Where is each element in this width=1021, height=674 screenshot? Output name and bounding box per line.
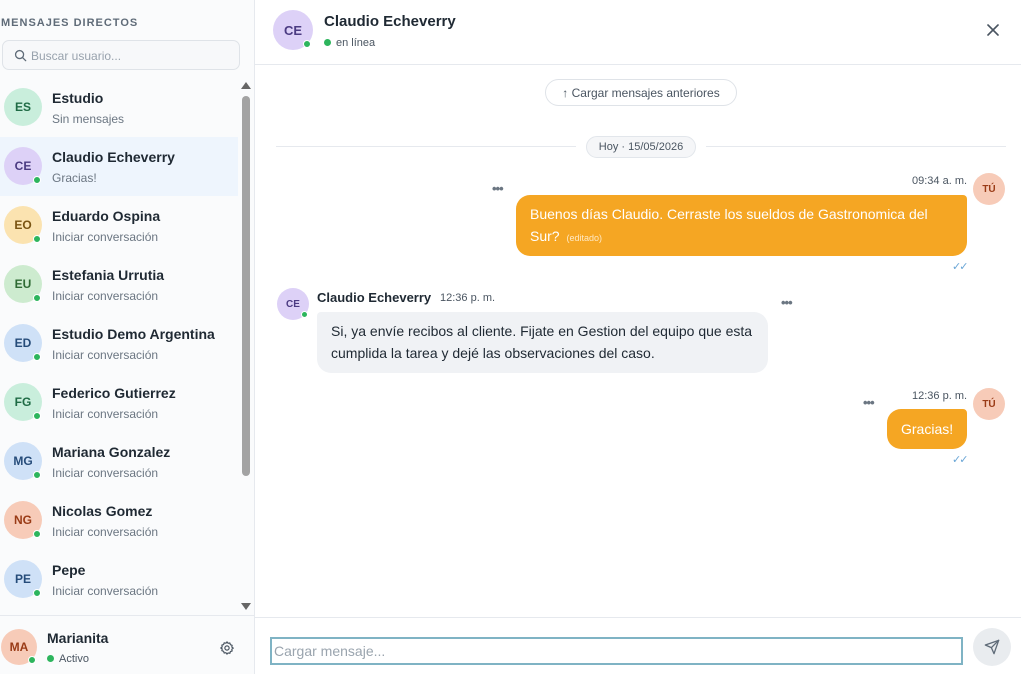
contact-name: Claudio Echeverry — [52, 149, 175, 165]
online-indicator — [28, 656, 36, 664]
contact-last-message: Iniciar conversación — [52, 230, 159, 244]
online-indicator — [33, 294, 41, 302]
contact-name: Estefania Urrutia — [52, 267, 165, 283]
message-bubble-outgoing: Buenos días Claudio. Cerraste los sueldo… — [516, 195, 967, 256]
message-input[interactable] — [270, 637, 963, 665]
status-dot-icon — [47, 655, 54, 662]
contact-list: ES Estudio Sin mensajes CE Claudio Echev… — [0, 78, 238, 609]
message-bubble-incoming: Si, ya envíe recibos al cliente. Fijate … — [317, 312, 768, 373]
message-composer — [255, 617, 1021, 674]
contact-item[interactable]: MG Mariana Gonzalez Iniciar conversación — [0, 432, 238, 491]
contact-name: Eduardo Ospina — [52, 208, 161, 224]
chat-contact-status-label: en línea — [336, 37, 376, 49]
contact-item[interactable]: FG Federico Gutierrez Iniciar conversaci… — [0, 373, 238, 432]
contact-last-message: Iniciar conversación — [52, 289, 159, 303]
edited-badge: (editado) — [566, 233, 602, 243]
chat-panel: CE Claudio Echeverry en línea ↑ Cargar m… — [255, 0, 1021, 674]
current-user-name: Marianita — [47, 630, 109, 646]
message-time: 12:36 p. m. — [440, 292, 496, 304]
chat-contact-status: en línea — [324, 37, 375, 49]
online-indicator — [301, 311, 308, 318]
contact-last-message: Gracias! — [52, 171, 97, 185]
read-receipt-icon: ✓✓ — [952, 261, 969, 273]
contact-item[interactable]: EU Estefania Urrutia Iniciar conversació… — [0, 255, 238, 314]
online-indicator — [33, 471, 41, 479]
send-icon — [984, 639, 1000, 655]
scroll-up-arrow-icon[interactable] — [241, 82, 251, 89]
contact-last-message: Iniciar conversación — [52, 584, 159, 598]
message-bubble-outgoing: Gracias! — [887, 409, 967, 449]
contact-name: Estudio Demo Argentina — [52, 326, 215, 342]
message-options-icon[interactable]: ••• — [492, 181, 504, 196]
contact-name: Pepe — [52, 562, 86, 578]
online-indicator — [33, 353, 41, 361]
date-divider: Hoy · 15/05/2026 — [586, 136, 696, 158]
contact-last-message: Iniciar conversación — [52, 407, 159, 421]
message-time: 12:36 p. m. — [912, 390, 968, 402]
online-indicator — [33, 530, 41, 538]
chat-contact-name: Claudio Echeverry — [324, 13, 456, 30]
date-divider-line — [276, 146, 576, 147]
online-indicator — [33, 176, 41, 184]
contact-last-message: Iniciar conversación — [52, 525, 159, 539]
message-text: Si, ya envíe recibos al cliente. Fijate … — [331, 323, 753, 339]
message-time: 09:34 a. m. — [912, 175, 968, 187]
search-box[interactable] — [2, 40, 240, 70]
contact-item[interactable]: CE Claudio Echeverry Gracias! — [0, 137, 238, 196]
message-text: Buenos días Claudio. Cerraste los sueldo… — [530, 206, 928, 222]
current-user-panel: MA Marianita Activo — [0, 615, 254, 674]
message-text: Gracias! — [901, 421, 954, 437]
chat-header: CE Claudio Echeverry en línea — [255, 0, 1021, 65]
contact-item[interactable]: ES Estudio Sin mensajes — [0, 78, 238, 137]
contact-item[interactable]: NG Nicolas Gomez Iniciar conversación — [0, 491, 238, 550]
avatar: TÚ — [973, 388, 1005, 420]
current-user-status-label: Activo — [59, 653, 89, 665]
load-older-messages-button[interactable]: ↑ Cargar mensajes anteriores — [545, 79, 737, 106]
contact-name: Federico Gutierrez — [52, 385, 176, 401]
message-options-icon[interactable]: ••• — [781, 295, 793, 310]
gear-icon[interactable] — [219, 640, 235, 656]
contact-list-scrollbar[interactable] — [240, 80, 252, 612]
message-text: cumplida la tarea y dejé las observacion… — [331, 345, 655, 361]
contact-last-message: Sin mensajes — [52, 112, 125, 126]
search-icon — [14, 49, 27, 62]
close-icon[interactable] — [987, 24, 999, 36]
direct-messages-sidebar: MENSAJES DIRECTOS ES Estudio Sin mensaje… — [0, 0, 255, 674]
status-dot-icon — [324, 39, 331, 46]
message-sender-name: Claudio Echeverry — [317, 290, 432, 305]
online-indicator — [33, 412, 41, 420]
online-indicator — [303, 40, 311, 48]
message-options-icon[interactable]: ••• — [863, 395, 875, 410]
sidebar-title: MENSAJES DIRECTOS — [1, 17, 139, 29]
scroll-thumb[interactable] — [242, 96, 250, 476]
contact-item[interactable]: PE Pepe Iniciar conversación — [0, 550, 238, 609]
contact-last-message: Iniciar conversación — [52, 466, 159, 480]
contact-name: Mariana Gonzalez — [52, 444, 171, 460]
message-text: Sur? — [530, 228, 560, 244]
contact-last-message: Iniciar conversación — [52, 348, 159, 362]
online-indicator — [33, 235, 41, 243]
search-input[interactable] — [31, 46, 231, 65]
date-divider-line — [706, 146, 1006, 147]
contact-item[interactable]: ED Estudio Demo Argentina Iniciar conver… — [0, 314, 238, 373]
scroll-down-arrow-icon[interactable] — [241, 603, 251, 610]
contact-name: Nicolas Gomez — [52, 503, 153, 519]
online-indicator — [33, 589, 41, 597]
current-user-status: Activo — [47, 653, 89, 665]
avatar: ES — [4, 88, 42, 126]
send-button[interactable] — [973, 628, 1011, 666]
contact-item[interactable]: EO Eduardo Ospina Iniciar conversación — [0, 196, 238, 255]
avatar: TÚ — [973, 173, 1005, 205]
contact-name: Estudio — [52, 90, 104, 106]
read-receipt-icon: ✓✓ — [952, 454, 969, 466]
